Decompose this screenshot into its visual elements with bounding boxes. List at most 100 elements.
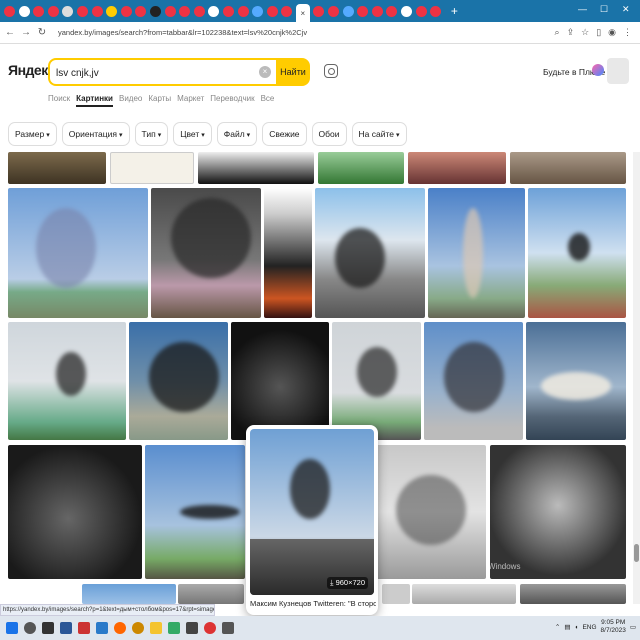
preview-caption[interactable]: Максим Кузнецов Twitteren: "В стороне — [250, 599, 376, 608]
filter-file[interactable]: Файл ▾ — [216, 122, 258, 146]
chevron-up-icon[interactable]: ⌃ — [555, 623, 560, 631]
tab-favicon-icon[interactable] — [120, 5, 132, 17]
tab-favicon-icon[interactable] — [179, 5, 191, 17]
page-scrollbar[interactable] — [633, 152, 640, 604]
preview-image[interactable]: ⤓ 960×720 — [250, 429, 374, 595]
tab-favicon-icon[interactable] — [252, 5, 264, 17]
tab-favicon-icon[interactable] — [328, 5, 340, 17]
tab-translate[interactable]: Переводчик — [210, 94, 254, 107]
tab-favicon-icon[interactable] — [222, 5, 234, 17]
tab-favicon-icon[interactable] — [135, 5, 147, 17]
clear-icon[interactable]: × — [259, 66, 271, 78]
tab-favicon-icon[interactable] — [313, 5, 325, 17]
maximize-button[interactable]: ☐ — [600, 4, 608, 15]
volume-icon[interactable]: ◖ — [575, 624, 579, 631]
app-icon[interactable] — [168, 622, 180, 634]
address-bar[interactable]: yandex.by/images/search?from=tabbar&lr=1… — [58, 28, 555, 37]
tab-favicon-icon[interactable] — [266, 5, 278, 17]
tab-market[interactable]: Маркет — [177, 94, 204, 107]
notification-icon[interactable]: ▭ — [630, 623, 636, 631]
search-input[interactable] — [56, 66, 256, 80]
app-icon[interactable] — [78, 622, 90, 634]
tab-video[interactable]: Видео — [119, 94, 142, 107]
zoom-icon[interactable]: ⌕ — [555, 27, 560, 38]
menu-dots-icon[interactable]: ⋮ — [623, 27, 632, 38]
minimize-button[interactable]: — — [578, 4, 587, 14]
image-result[interactable] — [129, 322, 228, 440]
image-result[interactable] — [264, 188, 312, 318]
new-tab-button[interactable]: + — [451, 4, 458, 18]
forward-arrow-icon[interactable]: → — [20, 27, 32, 38]
image-result[interactable] — [318, 152, 404, 184]
settings-gear-icon[interactable] — [60, 622, 72, 634]
filter-on-site[interactable]: На сайте ▾ — [351, 122, 407, 146]
app-icon[interactable] — [132, 622, 144, 634]
tab-favicon-icon[interactable] — [386, 5, 398, 17]
tab-favicon-icon[interactable] — [91, 5, 103, 17]
tab-images[interactable]: Картинки — [76, 94, 113, 107]
image-result[interactable] — [408, 152, 506, 184]
filter-color[interactable]: Цвет ▾ — [173, 122, 212, 146]
image-result[interactable] — [231, 322, 329, 440]
camera-search-icon[interactable] — [324, 64, 338, 78]
image-result[interactable] — [424, 322, 523, 440]
firefox-icon[interactable] — [114, 622, 126, 634]
tab-favicon-icon[interactable] — [342, 5, 354, 17]
image-result[interactable] — [178, 584, 244, 604]
tab-favicon-icon[interactable] — [149, 5, 161, 17]
clock[interactable]: 9:05 PM 8/7/2023 — [601, 619, 626, 635]
tab-favicon-icon[interactable] — [106, 5, 118, 17]
share-icon[interactable]: ⇪ — [567, 27, 575, 38]
tab-favicon-icon[interactable] — [193, 5, 205, 17]
search-box[interactable]: × — [48, 58, 276, 86]
reload-icon[interactable]: ↻ — [36, 27, 48, 38]
tab-favicon-icon[interactable] — [164, 5, 176, 17]
image-result[interactable] — [315, 188, 425, 318]
plus-icon[interactable] — [592, 64, 604, 76]
image-result[interactable] — [520, 584, 626, 604]
tab-favicon-icon[interactable] — [371, 5, 383, 17]
tab-favicon-icon[interactable] — [415, 5, 427, 17]
tab-favicon-icon[interactable] — [76, 5, 88, 17]
tab-all[interactable]: Все — [261, 94, 275, 107]
avatar[interactable] — [607, 58, 629, 84]
image-result[interactable] — [8, 152, 106, 184]
tab-favicon-icon[interactable] — [208, 5, 220, 17]
search-button[interactable]: Найти — [276, 58, 310, 86]
filter-fresh[interactable]: Свежие — [262, 122, 307, 146]
app-icon[interactable] — [186, 622, 198, 634]
app-icon[interactable] — [222, 622, 234, 634]
image-result[interactable] — [412, 584, 516, 604]
tab-favicon-icon[interactable] — [430, 5, 442, 17]
image-result[interactable] — [151, 188, 261, 318]
image-result[interactable] — [490, 445, 626, 579]
network-icon[interactable]: ▤ — [564, 623, 570, 631]
tab-favicon-icon[interactable] — [4, 5, 15, 17]
image-result[interactable] — [428, 188, 525, 318]
close-window-button[interactable]: ✕ — [622, 4, 630, 15]
word-icon[interactable] — [96, 622, 108, 634]
image-result[interactable] — [110, 152, 194, 184]
back-arrow-icon[interactable]: ← — [4, 27, 16, 38]
task-view-icon[interactable] — [42, 622, 54, 634]
tab-favicon-icon[interactable] — [357, 5, 369, 17]
image-result[interactable] — [82, 584, 176, 604]
active-tab-close[interactable]: × — [295, 4, 310, 22]
image-result[interactable] — [376, 445, 486, 579]
tab-favicon-icon[interactable] — [62, 5, 74, 17]
image-result[interactable] — [8, 445, 142, 579]
sidebar-icon[interactable]: ▯ — [596, 27, 601, 38]
filter-orientation[interactable]: Ориентация ▾ — [61, 122, 130, 146]
search-icon[interactable] — [24, 622, 36, 634]
scrollbar-thumb[interactable] — [634, 544, 639, 562]
start-windows-icon[interactable] — [6, 622, 18, 634]
tab-favicon-icon[interactable] — [18, 5, 30, 17]
filter-type[interactable]: Тип ▾ — [134, 122, 169, 146]
tab-favicon-icon[interactable] — [47, 5, 59, 17]
image-result[interactable] — [528, 188, 626, 318]
image-result[interactable] — [510, 152, 626, 184]
language-indicator[interactable]: ENG — [582, 624, 596, 631]
tab-maps[interactable]: Карты — [148, 94, 171, 107]
image-result[interactable] — [8, 188, 148, 318]
filter-wallpapers[interactable]: Обои — [311, 122, 347, 146]
